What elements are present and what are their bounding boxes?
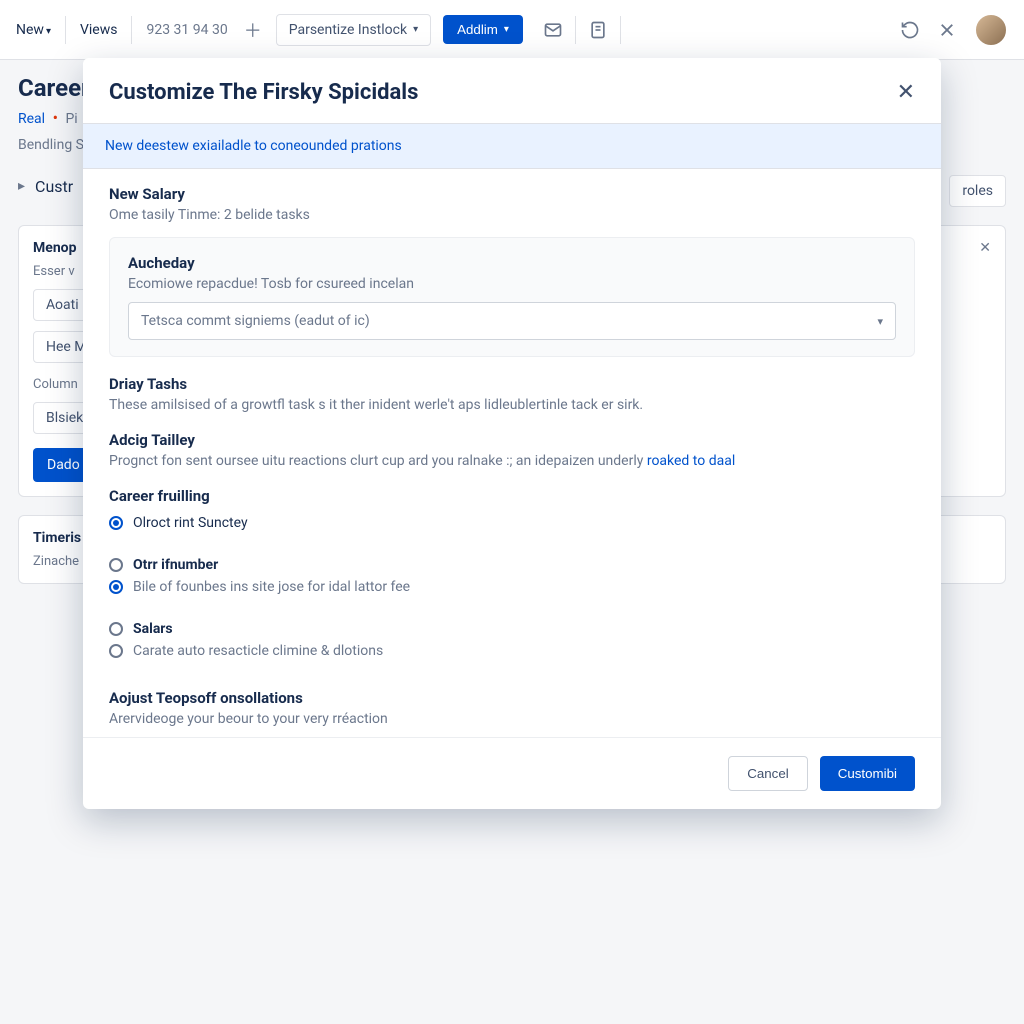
mail-icon[interactable]	[543, 20, 563, 40]
modal-header: Customize The Firsky Spicidals ✕	[83, 58, 941, 123]
driay-section: Driay Tashs These amilsised of a growtfl…	[109, 375, 915, 413]
views-link[interactable]: Views	[80, 22, 118, 38]
radio-label: Olroct rint Sunctey	[133, 515, 248, 531]
select-placeholder: Tetsca commt signiems (eadut of ic)	[141, 313, 370, 329]
card-title: Menop	[33, 240, 76, 256]
modal-title: Customize The Firsky Spicidals	[109, 80, 418, 105]
card-close-icon[interactable]: ✕	[979, 240, 991, 256]
toolbar-right	[900, 13, 1008, 47]
status-dot: •	[53, 108, 58, 127]
radio-group-career: Olroct rint Sunctey	[109, 515, 915, 531]
salary-section: New Salary Ome tasily Tinme: 2 belide ta…	[109, 185, 915, 223]
radio-label: Salars	[133, 621, 173, 637]
divider	[575, 16, 576, 44]
section-sub: Arervideoge your beour to your very rréa…	[109, 711, 915, 727]
radio-label: Otrr ifnumber	[133, 557, 218, 573]
radio-icon	[109, 644, 123, 658]
refresh-icon[interactable]	[900, 20, 920, 40]
close-icon[interactable]	[938, 21, 956, 39]
top-toolbar: New▾ Views 923 31 94 30 ＋ Parsentize Ins…	[0, 0, 1024, 60]
radio-row-bile[interactable]: Bile of founbes ins site jose for idal l…	[109, 579, 915, 595]
tab-pi[interactable]: Pi	[65, 111, 77, 127]
info-banner: New deestew exiailadle to coneounded pra…	[83, 123, 941, 169]
section-title: New Salary	[109, 185, 915, 203]
radio-sub: Carate auto resacticle climine & dlotion…	[133, 643, 383, 659]
chevron-down-icon: ▾	[413, 24, 418, 35]
chevron-down-icon: ▾	[877, 315, 883, 328]
cancel-button[interactable]: Cancel	[728, 756, 808, 791]
section-title: Aucheday	[128, 254, 896, 272]
salars-section: Salars Carate auto resacticle climine & …	[109, 621, 915, 659]
adjust-section: Aojust Teopsoff onsollations Arervideoge…	[109, 689, 915, 727]
chevron-down-icon: ▾	[504, 24, 509, 35]
plus-icon[interactable]: ＋	[242, 19, 264, 41]
avatar[interactable]	[974, 13, 1008, 47]
modal-body: New Salary Ome tasily Tinme: 2 belide ta…	[83, 169, 941, 737]
section-title: Driay Tashs	[109, 375, 915, 393]
radio-sub: Bile of founbes ins site jose for idal l…	[133, 579, 410, 595]
roaked-link[interactable]: roaked to daal	[647, 453, 735, 469]
radio-icon	[109, 580, 123, 594]
modal-footer: Cancel Customibi	[83, 737, 941, 809]
radio-row-otrr[interactable]: Otrr ifnumber	[109, 557, 915, 573]
section-sub: Ecomiowe repacdue! Tosb for csureed ince…	[128, 276, 896, 292]
section-sub: These amilsised of a growtfl task s it t…	[109, 397, 915, 413]
divider	[65, 16, 66, 44]
addlim-button[interactable]: Addlim ▾	[443, 15, 523, 44]
customize-button[interactable]: Customibi	[820, 756, 915, 791]
radio-icon	[109, 516, 123, 530]
section-sub: Ome tasily Tinme: 2 belide tasks	[109, 207, 915, 223]
adcig-section: Adcig Tailley Prognct fon sent oursee ui…	[109, 431, 915, 469]
section-title: Adcig Tailley	[109, 431, 915, 449]
divider	[620, 16, 621, 44]
aucheday-select[interactable]: Tetsca commt signiems (eadut of ic) ▾	[128, 302, 896, 340]
modal-close-icon[interactable]: ✕	[897, 80, 915, 105]
custr-label: Custr	[35, 177, 73, 196]
card-title: Timeris	[33, 530, 81, 546]
otrr-section: Otrr ifnumber Bile of founbes ins site j…	[109, 557, 915, 595]
radio-icon	[109, 558, 123, 572]
radio-icon	[109, 622, 123, 636]
divider	[131, 16, 132, 44]
career-fruilling-section: Career fruilling Olroct rint Sunctey	[109, 487, 915, 531]
caret-icon[interactable]: ▸	[18, 178, 25, 194]
modal-overlay: Customize The Firsky Spicidals ✕ New dee…	[0, 0, 1024, 1024]
document-icon[interactable]	[588, 20, 608, 40]
toolbar-numbers: 923 31 94 30	[146, 22, 227, 38]
roles-pill[interactable]: roles	[949, 175, 1006, 207]
parsentize-dropdown[interactable]: Parsentize Instlock ▾	[276, 14, 431, 46]
radio-row-olroct[interactable]: Olroct rint Sunctey	[109, 515, 915, 531]
aucheday-section: Aucheday Ecomiowe repacdue! Tosb for csu…	[109, 237, 915, 357]
new-menu[interactable]: New▾	[16, 22, 51, 38]
customize-modal: Customize The Firsky Spicidals ✕ New dee…	[83, 58, 941, 809]
section-title: Aojust Teopsoff onsollations	[109, 689, 915, 707]
section-title: Career fruilling	[109, 487, 915, 505]
radio-row-salars[interactable]: Salars	[109, 621, 915, 637]
tab-real[interactable]: Real	[18, 111, 45, 127]
toolbar-left: New▾ Views 923 31 94 30 ＋	[16, 16, 264, 44]
radio-row-carate[interactable]: Carate auto resacticle climine & dlotion…	[109, 643, 915, 659]
section-sub: Prognct fon sent oursee uitu reactions c…	[109, 453, 915, 469]
